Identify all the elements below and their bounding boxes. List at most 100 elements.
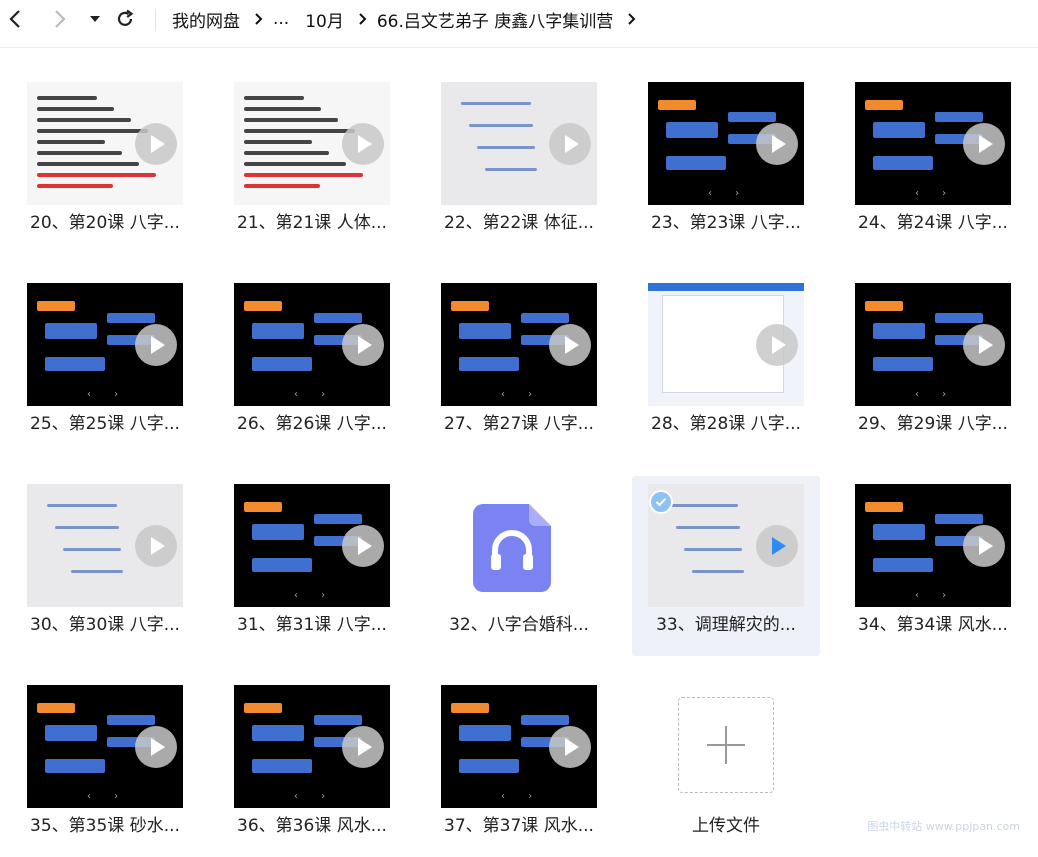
slide-shape bbox=[935, 313, 983, 323]
file-tile[interactable]: 30、第30课 八字... bbox=[11, 476, 199, 656]
file-tile[interactable]: ‹ › 35、第35课 砂水... bbox=[11, 677, 199, 857]
thumbnail-text-line bbox=[244, 151, 329, 155]
play-triangle bbox=[979, 134, 993, 153]
play-icon[interactable] bbox=[756, 323, 798, 366]
video-thumbnail: ‹ › bbox=[648, 82, 804, 205]
file-tile[interactable]: ‹ › 31、第31课 八字... bbox=[218, 476, 406, 656]
upload-button[interactable] bbox=[678, 697, 774, 793]
slide-shape bbox=[252, 357, 312, 371]
slide-nav-arrows: ‹ › bbox=[708, 188, 750, 199]
file-name-label: 23、第23课 八字... bbox=[651, 213, 801, 233]
slide-shape bbox=[37, 301, 75, 311]
slide-shape bbox=[873, 122, 925, 138]
taskbar bbox=[648, 283, 804, 291]
slide-shape bbox=[252, 759, 312, 773]
slide-nav-arrows: ‹ › bbox=[87, 791, 129, 802]
file-tile[interactable]: ‹ › 37、第37课 风水... bbox=[425, 677, 613, 857]
handwriting-stroke bbox=[71, 570, 123, 573]
slide-shape bbox=[37, 703, 75, 713]
file-tile[interactable]: ‹ › 24、第24课 八字... bbox=[839, 74, 1027, 254]
slide-shape bbox=[459, 759, 519, 773]
slide-shape bbox=[459, 323, 511, 339]
forward-button[interactable] bbox=[47, 6, 73, 32]
play-icon[interactable] bbox=[549, 323, 591, 366]
breadcrumb-october[interactable]: 10月 bbox=[305, 7, 344, 32]
file-tile[interactable]: 28、第28课 八字... bbox=[632, 275, 820, 455]
slide-shape bbox=[865, 502, 903, 512]
play-icon[interactable] bbox=[756, 122, 798, 165]
upload-tile[interactable]: 上传文件 bbox=[632, 677, 820, 857]
slide-nav-arrows: ‹ › bbox=[915, 590, 957, 601]
file-name-label: 25、第25课 八字... bbox=[30, 414, 180, 434]
file-tile[interactable]: 32、八字合婚科... bbox=[425, 476, 613, 656]
slide-shape bbox=[107, 715, 155, 725]
play-icon[interactable] bbox=[342, 725, 384, 768]
play-icon[interactable] bbox=[342, 524, 384, 567]
video-thumbnail: ‹ › bbox=[27, 685, 183, 808]
thumbnail-text-line bbox=[244, 107, 321, 111]
breadcrumb: 我的网盘 ... 10月 66.吕文艺弟子 庚鑫八字集训营 bbox=[172, 0, 646, 38]
slide-shape bbox=[865, 100, 903, 110]
selected-check-icon[interactable] bbox=[649, 490, 673, 514]
play-icon[interactable] bbox=[342, 122, 384, 165]
slide-nav-arrows: ‹ › bbox=[501, 791, 543, 802]
play-icon[interactable] bbox=[963, 122, 1005, 165]
video-thumbnail: ‹ › bbox=[234, 283, 390, 406]
play-triangle bbox=[151, 536, 165, 555]
toolbar-divider bbox=[0, 47, 1038, 48]
back-button[interactable] bbox=[2, 6, 28, 32]
file-tile[interactable]: 21、第21课 人体... bbox=[218, 74, 406, 254]
refresh-button[interactable] bbox=[112, 6, 138, 32]
handwriting-stroke bbox=[477, 146, 535, 149]
breadcrumb-root[interactable]: 我的网盘 bbox=[172, 7, 240, 32]
play-icon[interactable] bbox=[135, 725, 177, 768]
video-thumbnail bbox=[234, 82, 390, 205]
slide-shape bbox=[873, 357, 933, 371]
file-name-label: 31、第31课 八字... bbox=[237, 615, 387, 635]
file-tile[interactable]: ‹ › 34、第34课 风水... bbox=[839, 476, 1027, 656]
file-tile[interactable]: ‹ › 29、第29课 八字... bbox=[839, 275, 1027, 455]
play-icon[interactable] bbox=[342, 323, 384, 366]
plus-icon bbox=[725, 726, 727, 764]
slide-shape bbox=[252, 323, 304, 339]
play-triangle bbox=[979, 335, 993, 354]
slide-shape bbox=[314, 715, 362, 725]
slide-nav-arrows: ‹ › bbox=[915, 389, 957, 400]
breadcrumb-ellipsis[interactable]: ... bbox=[273, 9, 289, 29]
play-triangle bbox=[151, 335, 165, 354]
slide-shape bbox=[666, 122, 718, 138]
play-icon[interactable] bbox=[756, 524, 798, 567]
breadcrumb-current-folder[interactable]: 66.吕文艺弟子 庚鑫八字集训营 bbox=[377, 7, 613, 32]
file-tile[interactable]: ‹ › 25、第25课 八字... bbox=[11, 275, 199, 455]
video-thumbnail: ‹ › bbox=[441, 685, 597, 808]
play-triangle bbox=[772, 134, 786, 153]
file-tile[interactable]: 33、调理解灾的... bbox=[632, 476, 820, 656]
history-dropdown-button[interactable] bbox=[82, 6, 108, 32]
play-icon[interactable] bbox=[135, 122, 177, 165]
slide-shape bbox=[45, 759, 105, 773]
file-tile[interactable]: ‹ › 27、第27课 八字... bbox=[425, 275, 613, 455]
chevron-left-icon bbox=[9, 10, 20, 28]
file-tile[interactable]: ‹ › 26、第26课 八字... bbox=[218, 275, 406, 455]
slide-shape bbox=[935, 514, 983, 524]
slide-shape bbox=[459, 725, 511, 741]
play-icon[interactable] bbox=[549, 122, 591, 165]
file-tile[interactable]: 20、第20课 八字... bbox=[11, 74, 199, 254]
play-icon[interactable] bbox=[549, 725, 591, 768]
slide-shape bbox=[45, 323, 97, 339]
file-name-label: 21、第21课 人体... bbox=[237, 213, 387, 233]
slide-shape bbox=[873, 323, 925, 339]
play-icon[interactable] bbox=[963, 524, 1005, 567]
file-tile[interactable]: ‹ › 36、第36课 风水... bbox=[218, 677, 406, 857]
file-name-label: 32、八字合婚科... bbox=[449, 615, 589, 635]
play-icon[interactable] bbox=[135, 524, 177, 567]
slide-shape bbox=[451, 703, 489, 713]
file-tile[interactable]: ‹ › 23、第23课 八字... bbox=[632, 74, 820, 254]
play-icon[interactable] bbox=[963, 323, 1005, 366]
watermark: 图虫中转站 www.ppjpan.com bbox=[867, 820, 1020, 833]
play-triangle bbox=[772, 536, 786, 555]
play-icon[interactable] bbox=[135, 323, 177, 366]
video-thumbnail bbox=[441, 82, 597, 205]
file-name-label: 33、调理解灾的... bbox=[656, 615, 796, 635]
file-tile[interactable]: 22、第22课 体征... bbox=[425, 74, 613, 254]
